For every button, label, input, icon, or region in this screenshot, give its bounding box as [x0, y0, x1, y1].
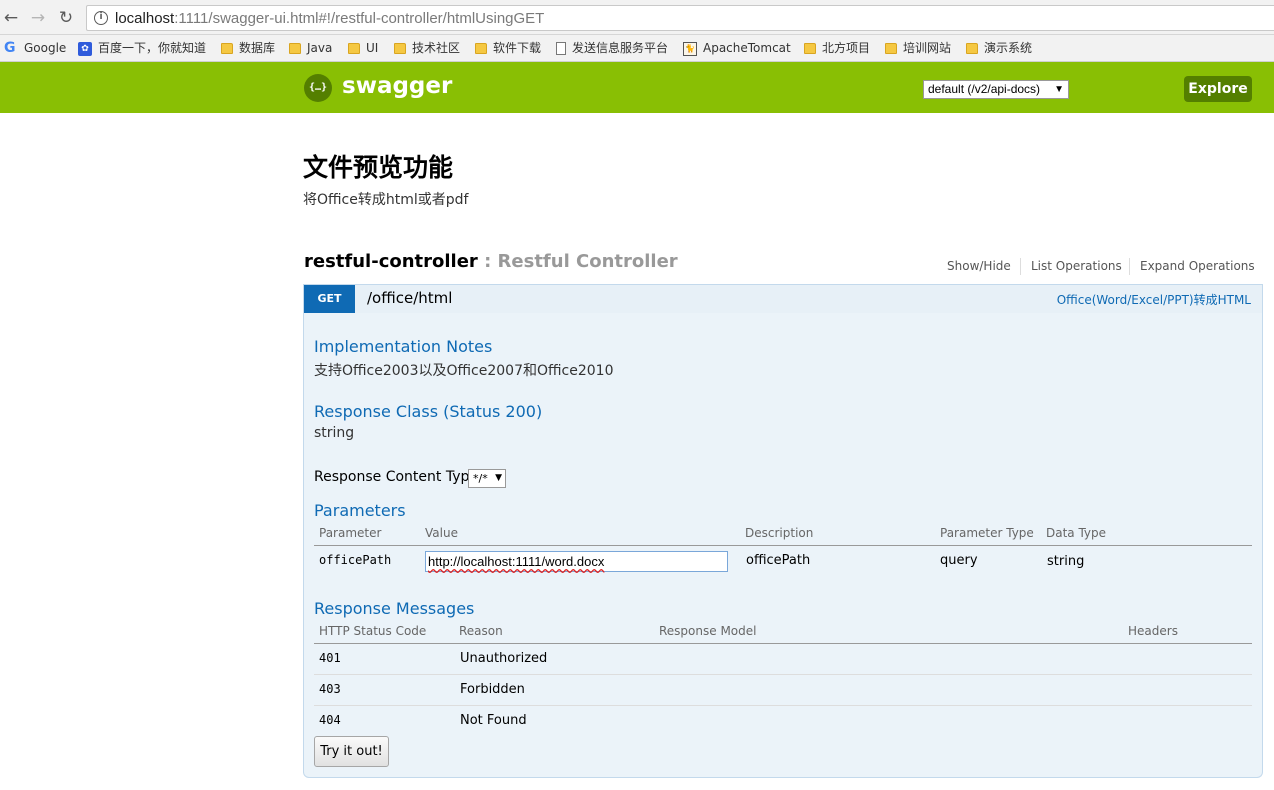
tomcat-icon: 🐈 — [683, 41, 697, 56]
content-type-select[interactable]: */* ▼ — [468, 469, 506, 488]
param-col-type: Parameter Type — [940, 526, 1034, 540]
param-col-description: Description — [745, 526, 814, 540]
try-it-out-button[interactable]: Try it out! — [314, 736, 389, 767]
folder-icon — [348, 43, 360, 54]
status-code: 404 — [319, 713, 341, 727]
spec-select[interactable]: default (/v2/api-docs) ▼ — [923, 80, 1069, 99]
response-class-value: string — [314, 425, 355, 441]
google-icon: G — [4, 40, 16, 56]
content-type-label: Response Content Type — [314, 469, 478, 485]
param-col-data-type: Data Type — [1046, 526, 1107, 540]
table-divider — [314, 643, 1252, 644]
list-operations-link[interactable]: List Operations — [1031, 259, 1122, 273]
status-reason: Not Found — [460, 713, 527, 728]
status-code: 401 — [319, 651, 341, 665]
implementation-notes-heading: Implementation Notes — [314, 337, 493, 356]
info-icon[interactable]: i — [94, 11, 108, 25]
officepath-input[interactable]: http://localhost:1111/word.docx — [425, 551, 728, 572]
bookmark-tech[interactable]: 技术社区 — [394, 39, 460, 58]
bookmark-ui[interactable]: UI — [348, 39, 378, 58]
arrow-right-icon[interactable]: → — [27, 7, 49, 29]
folder-icon — [289, 43, 301, 54]
folder-icon — [804, 43, 816, 54]
http-method-badge[interactable]: GET — [304, 285, 355, 313]
bookmark-demo[interactable]: 演示系统 — [966, 39, 1032, 58]
bookmark-google[interactable]: G Google — [4, 39, 66, 58]
expand-operations-link[interactable]: Expand Operations — [1140, 259, 1255, 273]
operation-header[interactable]: GET /office/html Office(Word/Excel/PPT)转… — [303, 284, 1263, 314]
swagger-header: {…} swagger default (/v2/api-docs) ▼ Expl… — [0, 62, 1274, 113]
status-code: 403 — [319, 682, 341, 696]
folder-icon — [394, 43, 406, 54]
param-name: officePath — [319, 553, 392, 567]
bookmarks-bar: G Google ✿ 百度一下，你就知道 数据库 Java UI 技术社区 软件下载… — [0, 35, 1274, 62]
row-divider — [314, 674, 1252, 675]
page-icon — [556, 42, 566, 55]
status-reason: Forbidden — [460, 682, 525, 697]
folder-icon — [966, 43, 978, 54]
address-bar[interactable]: i localhost:1111/swagger-ui.html#!/restf… — [86, 5, 1274, 31]
dropdown-arrow-icon: ▼ — [1054, 84, 1064, 95]
dropdown-arrow-icon: ▼ — [495, 473, 502, 483]
table-divider — [314, 545, 1252, 546]
arrow-left-icon[interactable]: ← — [0, 7, 22, 29]
status-reason: Unauthorized — [460, 651, 548, 666]
bookmark-software[interactable]: 软件下载 — [475, 39, 541, 58]
bookmark-baidu[interactable]: ✿ 百度一下，你就知道 — [78, 39, 206, 58]
msg-col-headers: Headers — [1128, 624, 1178, 638]
swagger-logo-icon: {…} — [304, 74, 332, 102]
bookmark-sms[interactable]: 发送信息服务平台 — [556, 39, 668, 58]
msg-col-status: HTTP Status Code — [319, 624, 427, 638]
implementation-notes-text: 支持Office2003以及Office2007和Office2010 — [314, 363, 614, 379]
folder-icon — [885, 43, 897, 54]
resource-description: Restful Controller — [497, 251, 678, 272]
response-messages-heading: Response Messages — [314, 599, 475, 618]
operation-summary[interactable]: Office(Word/Excel/PPT)转成HTML — [1057, 291, 1251, 308]
response-class-heading: Response Class (Status 200) — [314, 402, 543, 421]
paw-icon: ✿ — [78, 41, 92, 56]
param-col-parameter: Parameter — [319, 526, 382, 540]
bookmark-training[interactable]: 培训网站 — [885, 39, 951, 58]
bookmark-north[interactable]: 北方项目 — [804, 39, 870, 58]
folder-icon — [475, 43, 487, 54]
msg-col-model: Response Model — [659, 624, 757, 638]
param-col-value: Value — [425, 526, 458, 540]
url-text[interactable]: localhost:1111/swagger-ui.html#!/restful… — [115, 10, 544, 27]
folder-icon — [221, 43, 233, 54]
api-description: 将Office转成html或者pdf — [303, 192, 469, 208]
reload-icon[interactable]: ↻ — [55, 7, 77, 29]
row-divider — [314, 705, 1252, 706]
swagger-title: swagger — [342, 73, 453, 99]
bookmark-java[interactable]: Java — [289, 39, 332, 58]
param-description: officePath — [746, 553, 811, 568]
param-data-type: string — [1047, 554, 1085, 569]
show-hide-link[interactable]: Show/Hide — [947, 259, 1011, 273]
browser-toolbar: ← → ↻ i localhost:1111/swagger-ui.html#!… — [0, 0, 1274, 35]
parameters-heading: Parameters — [314, 501, 406, 520]
resource-heading[interactable]: restful-controller : Restful Controller — [304, 251, 678, 272]
param-type: query — [940, 553, 978, 568]
bookmark-database[interactable]: 数据库 — [221, 39, 275, 58]
api-title: 文件预览功能 — [303, 153, 454, 182]
link-divider — [1129, 258, 1130, 275]
bookmark-tomcat[interactable]: 🐈 ApacheTomcat — [683, 39, 791, 58]
msg-col-reason: Reason — [459, 624, 503, 638]
link-divider — [1020, 258, 1021, 275]
explore-button[interactable]: Explore — [1184, 76, 1252, 102]
operation-path[interactable]: /office/html — [367, 289, 452, 307]
